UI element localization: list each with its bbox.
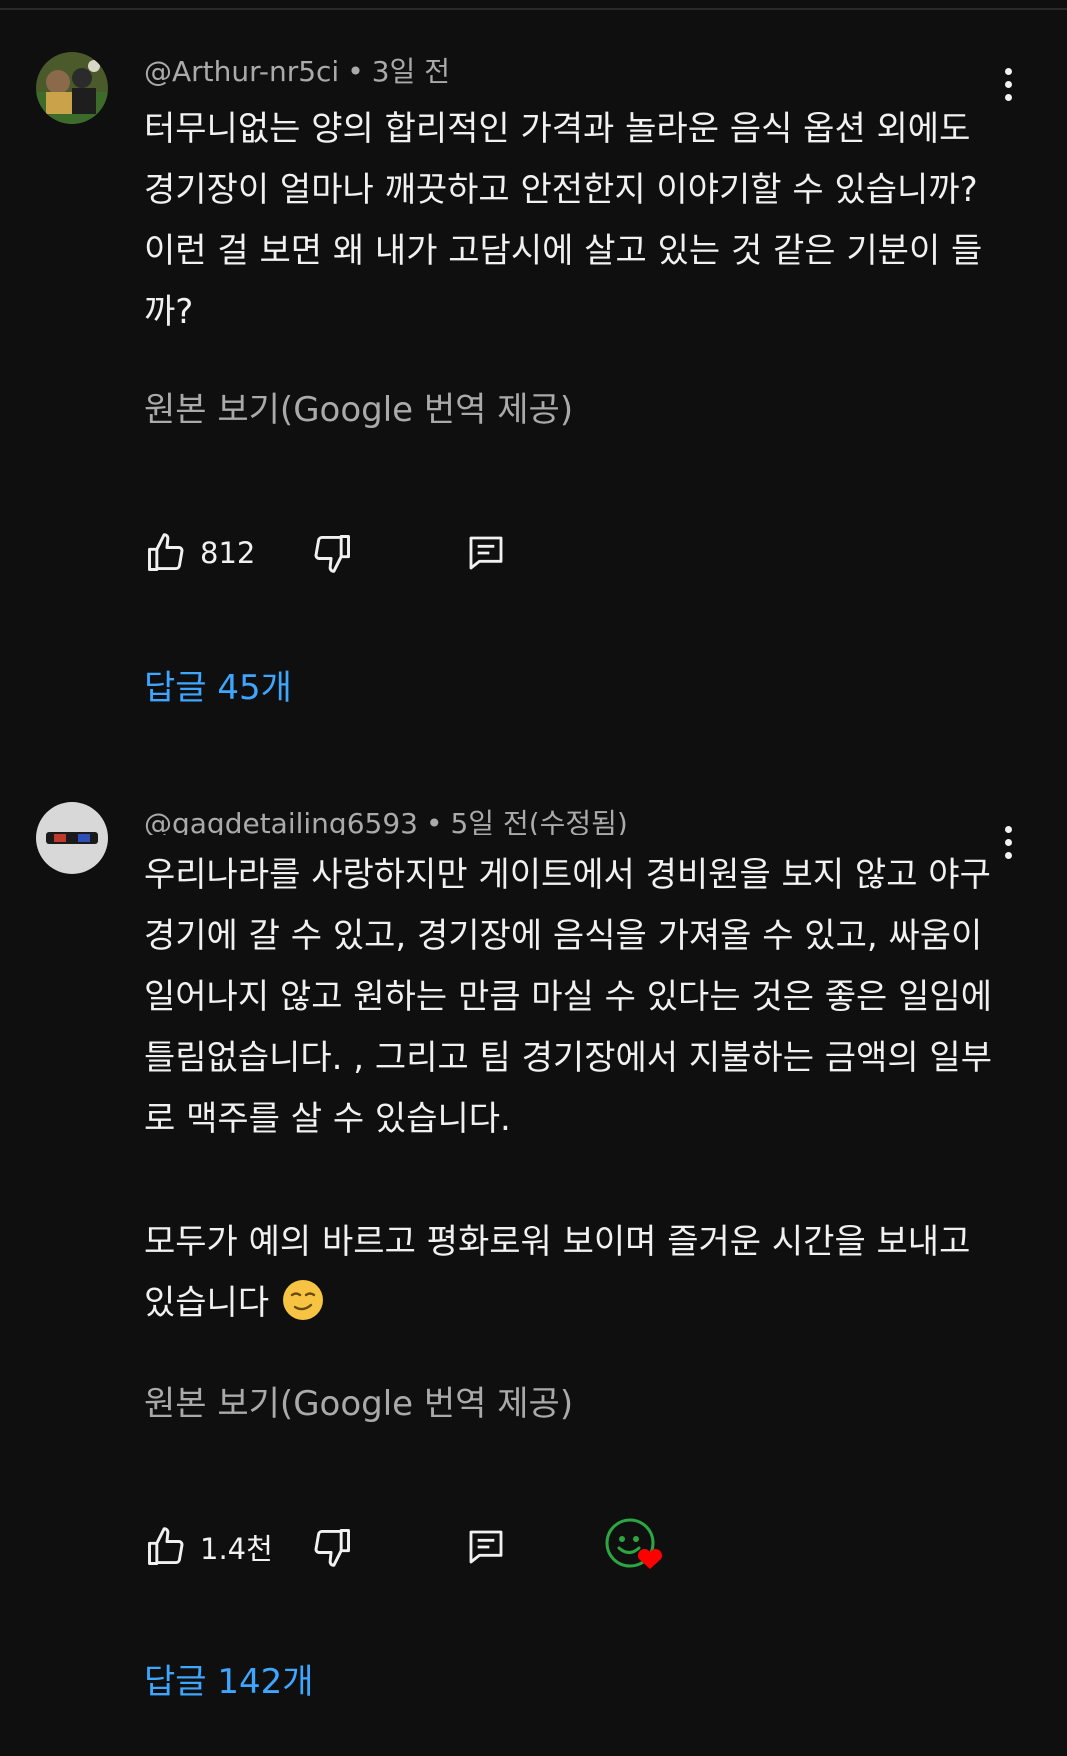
comment-meta: @gagdetailing6593 • 5일 전(수정됨): [144, 802, 628, 835]
avatar-photo-icon: [36, 52, 108, 124]
reply-button[interactable]: [466, 528, 506, 578]
creator-heart-icon: [605, 1518, 663, 1569]
author-name[interactable]: @gagdetailing6593: [144, 807, 418, 835]
more-vert-icon-dot: [1004, 68, 1012, 75]
more-vert-icon-dot: [1004, 94, 1012, 101]
thumbs-up-icon: [148, 533, 184, 571]
comment-actions: 1.4천: [144, 1518, 844, 1572]
like-button[interactable]: 812: [144, 528, 255, 578]
see-original-link[interactable]: 원본 보기(Google 번역 제공): [144, 1376, 573, 1425]
author-avatar[interactable]: [36, 802, 108, 874]
thumbs-down-icon: [314, 535, 350, 573]
meta-separator: •: [425, 807, 443, 835]
author-avatar[interactable]: [36, 52, 108, 124]
comment-text: 터무니없는 양의 합리적인 가격과 놀라운 음식 옵션 외에도 경기장이 얼마나…: [144, 109, 983, 332]
top-divider: [0, 8, 1067, 10]
like-count: 1.4천: [200, 1532, 273, 1566]
view-replies-link[interactable]: 답글 142개: [144, 1654, 314, 1703]
comment-meta: @Arthur-nr5ci • 3일 전: [144, 50, 450, 90]
more-vert-icon-dot: [1004, 839, 1012, 846]
more-vert-icon-dot: [1004, 826, 1012, 833]
comment-text-paragraph-2: 모두가 예의 바르고 평화로워 보이며 즐거운 시간을 보내고 있습니다: [144, 1212, 1004, 1334]
view-replies-link[interactable]: 답글 45개: [144, 660, 292, 709]
reply-icon: [469, 536, 503, 570]
comment-time: 3일 전: [371, 55, 450, 88]
comment-text: 우리나라를 사랑하지만 게이트에서 경비원을 보지 않고 야구 경기에 갈 수 …: [144, 855, 992, 1139]
thumbs-down-icon: [314, 1529, 350, 1567]
dislike-button[interactable]: [310, 528, 354, 578]
comment-actions: 812: [144, 528, 844, 578]
reply-button[interactable]: [466, 1522, 506, 1572]
creator-heart-badge: [604, 1518, 668, 1572]
see-original-link[interactable]: 원본 보기(Google 번역 제공): [144, 382, 573, 431]
author-name[interactable]: @Arthur-nr5ci: [144, 55, 339, 88]
like-count: 812: [200, 536, 256, 570]
avatar-logo-icon: [36, 802, 108, 874]
comment-text-line: 모두가 예의 바르고 평화로워 보이며 즐거운 시간을 보내고 있습니다: [144, 1222, 971, 1323]
comment-time: 5일 전(수정됨): [450, 807, 628, 835]
dislike-button[interactable]: [310, 1522, 354, 1572]
reply-icon: [469, 1530, 503, 1564]
more-vert-icon-dot: [1004, 81, 1012, 88]
meta-separator: •: [347, 55, 364, 88]
more-vert-icon-dot: [1004, 852, 1012, 859]
like-button[interactable]: 1.4천: [144, 1522, 273, 1572]
smirk-emoji-icon: [283, 1280, 324, 1320]
thumbs-up-icon: [148, 1527, 184, 1565]
